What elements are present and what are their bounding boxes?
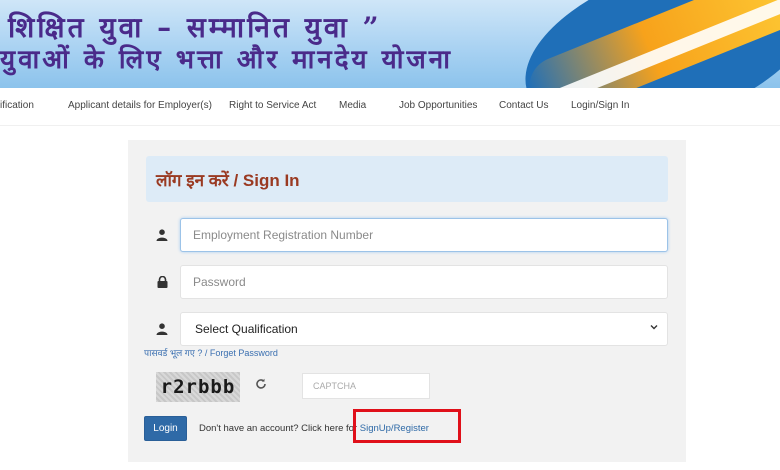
no-account-text: Don't have an account? Click here for: [199, 423, 358, 434]
qualification-selected-value: Select Qualification: [195, 322, 298, 336]
nav-item-media[interactable]: Media: [339, 100, 366, 111]
nav-item-qualification[interactable]: ification: [0, 100, 34, 111]
lock-icon: [144, 265, 180, 299]
password-row: [144, 265, 668, 299]
qualification-select[interactable]: Select Qualification: [180, 312, 668, 346]
captcha-text: r2rbbb: [160, 376, 236, 398]
nav-item-right-to-service[interactable]: Right to Service Act: [229, 100, 316, 111]
chevron-down-icon: [649, 322, 659, 335]
login-title: लॉग इन करें / Sign In: [156, 171, 300, 190]
nav-item-contact-us[interactable]: Contact Us: [499, 100, 548, 111]
registration-row: [144, 218, 668, 252]
signup-highlight-box: [353, 409, 461, 443]
refresh-icon[interactable]: [254, 378, 268, 392]
banner-title-line-2: युवाओं के लिए भत्ता और मानदेय योजना: [0, 45, 453, 75]
user-icon: [144, 312, 180, 346]
main-navigation: ification Applicant details for Employer…: [0, 88, 780, 126]
nav-item-applicant-details[interactable]: Applicant details for Employer(s): [68, 100, 212, 111]
login-panel-heading: लॉग इन करें / Sign In: [146, 156, 668, 202]
nav-item-job-opportunities[interactable]: Job Opportunities: [399, 100, 477, 111]
nav-item-login[interactable]: Login/Sign In: [571, 100, 629, 111]
qualification-row: Select Qualification: [144, 312, 668, 346]
header-banner: शिक्षित युवा – सम्मानित युवा ” युवाओं के…: [0, 0, 780, 88]
registration-number-input[interactable]: [180, 218, 668, 252]
login-button[interactable]: Login: [144, 416, 187, 441]
captcha-input[interactable]: [302, 373, 430, 399]
user-icon: [144, 218, 180, 252]
captcha-image: r2rbbb: [156, 372, 240, 402]
password-input[interactable]: [180, 265, 668, 299]
forgot-password-link[interactable]: पासवर्ड भूल गए ? / Forget Password: [144, 346, 278, 359]
